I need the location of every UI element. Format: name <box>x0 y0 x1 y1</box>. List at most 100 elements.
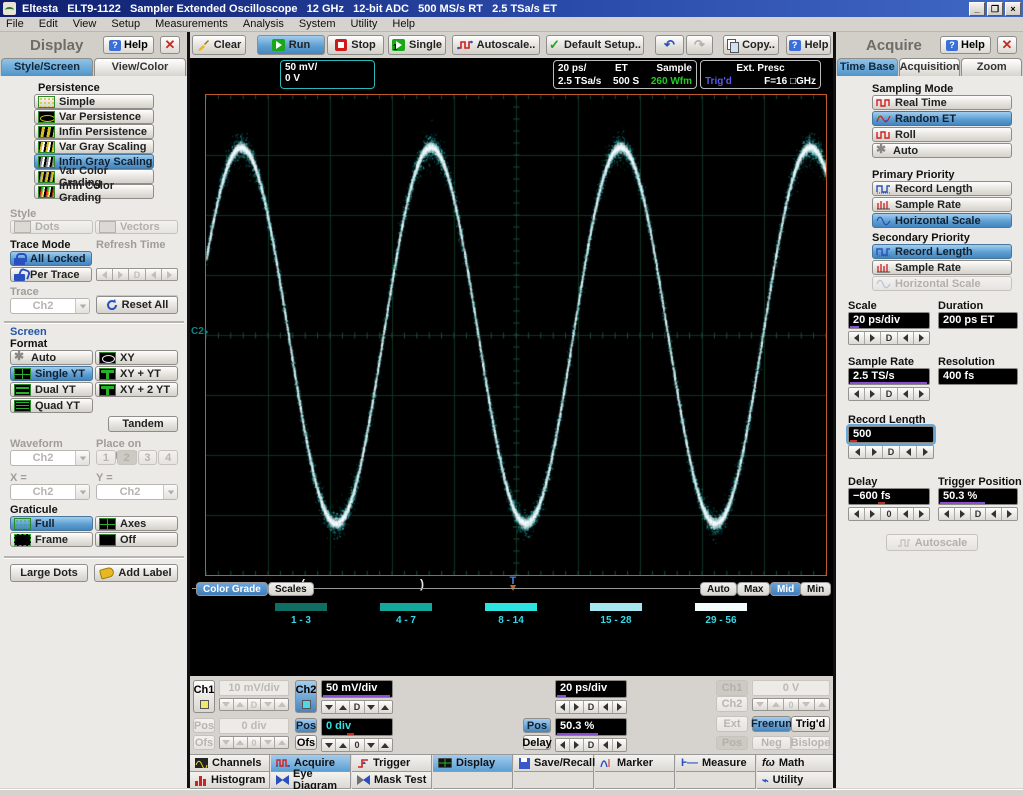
record-length-field[interactable]: 500 <box>848 426 934 443</box>
menu-file[interactable]: File <box>6 18 24 30</box>
record-length-spinner[interactable]: D <box>848 445 934 459</box>
ch1-button[interactable]: Ch1 <box>193 680 215 713</box>
spin-down-fine[interactable] <box>365 701 379 713</box>
ch1-scale-field[interactable]: 10 mV/div <box>219 680 289 696</box>
tab-style-screen[interactable]: Style/Screen <box>1 58 93 76</box>
trig-level-field[interactable]: 0 V <box>752 680 830 696</box>
roll-button[interactable]: Roll <box>872 127 1012 142</box>
spin-mode[interactable]: 0 <box>350 739 364 751</box>
spin-down-coarse[interactable] <box>753 699 768 710</box>
spin-right-fine[interactable] <box>162 269 177 280</box>
spin-down-coarse[interactable] <box>220 737 234 748</box>
spin-left-coarse[interactable] <box>939 508 955 520</box>
ch2-pos-button[interactable]: Pos <box>295 718 317 733</box>
undo-button[interactable]: ↶ <box>655 35 684 55</box>
format-auto-button[interactable]: Auto <box>10 350 93 365</box>
trigd-button[interactable]: Trig'd <box>791 716 830 732</box>
random-et-button[interactable]: Random ET <box>872 111 1012 126</box>
trig-bislope-button[interactable]: Bislope <box>791 736 830 750</box>
per-trace-button[interactable]: Per Trace <box>10 267 92 282</box>
ch2-scale-field[interactable]: 50 mV/div <box>321 680 393 698</box>
spin-right-coarse[interactable] <box>865 388 881 400</box>
tab-acquisition[interactable]: Acquisition <box>899 58 961 76</box>
spin-left-fine[interactable] <box>898 332 914 344</box>
trigger-position-field[interactable]: 50.3 % <box>938 488 1018 505</box>
tab-histogram[interactable]: Histogram <box>190 772 270 789</box>
graticule-frame-button[interactable]: Frame <box>10 532 93 547</box>
dropdown-button[interactable] <box>163 485 177 499</box>
scale-field[interactable]: 20 ps/div <box>848 312 930 329</box>
sample-rate-field[interactable]: 2.5 TS/s <box>848 368 930 385</box>
spin-up-fine[interactable] <box>379 739 392 751</box>
tab-trigger[interactable]: Trigger <box>352 755 432 772</box>
spin-down-fine[interactable] <box>365 739 379 751</box>
tab-marker[interactable]: Marker <box>595 755 675 772</box>
acquire-close-button[interactable]: ✕ <box>997 36 1017 54</box>
spin-right-fine[interactable] <box>613 739 626 751</box>
dropdown-button[interactable] <box>75 299 89 313</box>
primary-horizontal-scale-button[interactable]: Horizontal Scale <box>872 213 1012 228</box>
spin-up-fine[interactable] <box>275 699 288 710</box>
close-button[interactable]: × <box>1005 2 1021 16</box>
place-2-button[interactable]: 2 <box>117 450 137 465</box>
refresh-time-spinner[interactable]: D <box>96 268 178 281</box>
horiz-position-spinner[interactable]: D <box>555 738 627 752</box>
ch2-offset-spinner[interactable]: 0 <box>321 738 393 752</box>
tandem-button[interactable]: Tandem <box>108 416 178 432</box>
restore-button[interactable]: ❐ <box>987 2 1003 16</box>
y-source-select[interactable]: Ch2 <box>96 484 178 500</box>
trig-neg-slope-button[interactable]: Neg <box>752 736 791 750</box>
spin-mode[interactable]: D <box>129 269 145 280</box>
spin-right-coarse[interactable] <box>866 446 883 458</box>
spin-mode[interactable]: 0 <box>784 699 799 710</box>
spin-right-coarse[interactable] <box>570 701 584 713</box>
spin-left-coarse[interactable] <box>556 739 570 751</box>
large-dots-button[interactable]: Large Dots <box>10 564 88 582</box>
format-xy-yt-button[interactable]: XY + YT <box>95 366 178 381</box>
tab-time-base[interactable]: Time Base <box>837 58 898 76</box>
ch2-offset-field[interactable]: 0 div <box>321 718 393 736</box>
place-1-button[interactable]: 1 <box>96 450 116 465</box>
tab-mask-test[interactable]: Mask Test <box>352 772 432 789</box>
persistence-var[interactable]: Var Persistence <box>34 109 154 124</box>
spin-right-coarse[interactable] <box>570 739 584 751</box>
menu-view[interactable]: View <box>73 18 97 30</box>
spin-up-coarse[interactable] <box>768 699 783 710</box>
tab-display[interactable]: Display <box>433 755 513 772</box>
spin-up-fine[interactable] <box>815 699 829 710</box>
sample-rate-spinner[interactable]: D <box>848 387 930 401</box>
colorgrade-min-button[interactable]: Min <box>800 582 831 596</box>
colorgrade-max-button[interactable]: Max <box>737 582 770 596</box>
spin-right-fine[interactable] <box>914 332 929 344</box>
menu-edit[interactable]: Edit <box>39 18 58 30</box>
spin-down-coarse[interactable] <box>220 699 234 710</box>
persistence-var-gray[interactable]: Var Gray Scaling <box>34 139 154 154</box>
ch1-pos-button[interactable]: Pos <box>193 718 215 733</box>
spin-left-coarse[interactable] <box>849 446 866 458</box>
panel-autoscale-button[interactable]: Autoscale <box>886 534 978 551</box>
ch2-scale-readout[interactable]: 50 mV/ 0 V <box>280 60 375 89</box>
spin-left-fine[interactable] <box>898 388 914 400</box>
persistence-simple[interactable]: Simple <box>34 94 154 109</box>
format-dual-yt-button[interactable]: Dual YT <box>10 382 93 397</box>
spin-right-coarse[interactable] <box>865 332 881 344</box>
x-source-select[interactable]: Ch2 <box>10 484 90 500</box>
format-single-yt-button[interactable]: Single YT <box>10 366 93 381</box>
spin-left-coarse[interactable] <box>97 269 113 280</box>
spin-left-coarse[interactable] <box>556 701 570 713</box>
ch2-ofs-button[interactable]: Ofs <box>295 735 317 750</box>
display-close-button[interactable]: ✕ <box>160 36 180 54</box>
format-quad-yt-button[interactable]: Quad YT <box>10 398 93 413</box>
dropdown-button[interactable] <box>75 485 89 499</box>
spin-mode[interactable]: D <box>350 701 364 713</box>
tab-view-color[interactable]: View/Color <box>94 58 186 76</box>
tab-math[interactable]: fω Math <box>757 755 832 772</box>
menu-system[interactable]: System <box>299 18 336 30</box>
timebase-scale-field[interactable]: 20 ps/div <box>555 680 627 698</box>
minimize-button[interactable]: _ <box>969 2 985 16</box>
real-time-button[interactable]: Real Time <box>872 95 1012 110</box>
trig-ch2-button[interactable]: Ch2 <box>716 696 748 712</box>
horiz-pos-button[interactable]: Pos <box>523 718 551 733</box>
persistence-infin[interactable]: Infin Persistence <box>34 124 154 139</box>
secondary-horizontal-scale-button[interactable]: Horizontal Scale <box>872 276 1012 291</box>
